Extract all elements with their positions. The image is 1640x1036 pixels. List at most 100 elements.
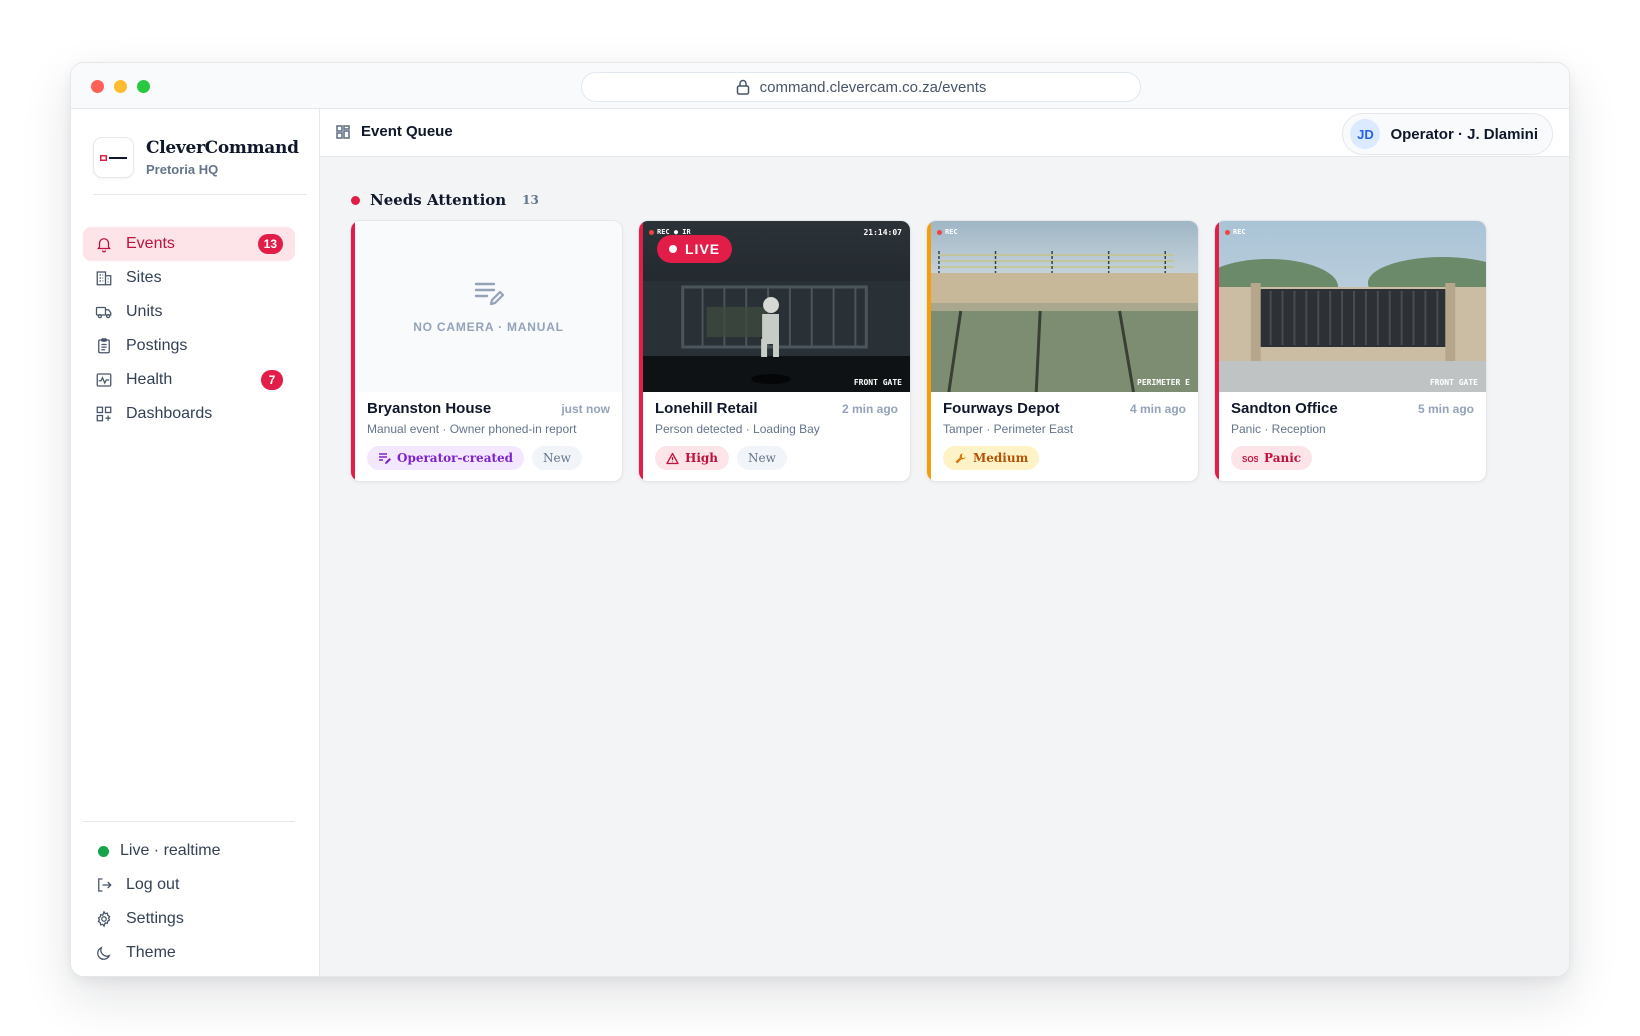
camera-feed[interactable]: REC FRONT GATE [1219,221,1486,392]
bell-icon [97,238,111,253]
site-name: Sandton Office [1231,400,1338,417]
attention-dot [351,195,360,205]
user-menu[interactable]: JD Operator · J. Dlamini [1342,113,1553,155]
status-tag-new: New [532,446,582,470]
recording-indicator: REC [937,228,958,236]
event-description: Manual event · Owner phoned-in report [367,422,577,436]
logout-icon [98,878,112,892]
camera-timestamp: 21:14:07 [863,228,902,237]
section-header: Needs Attention 13 [351,191,539,209]
nav-item-events[interactable]: Events 13 [83,227,295,261]
severity-tag-medium: Medium [943,446,1040,470]
severity-tag-panic: SOS Panic [1231,446,1313,470]
pulse-icon [96,373,112,387]
theme-label: Theme [126,944,176,961]
camera-feed[interactable]: REC ● IR 21:14:07 FRONT GATE LIVE [643,221,910,392]
recording-indicator: REC [1225,228,1246,236]
sos-icon: SOS [1242,455,1258,464]
nav-label: Dashboards [126,405,213,422]
no-camera-placeholder: NO CAMERA · MANUAL [355,221,622,392]
maximize-window-button[interactable] [137,80,150,93]
edit-list-icon [379,452,391,464]
settings-button[interactable]: Settings [83,902,295,936]
events-count-badge: 13 [257,234,283,254]
event-time: 5 min ago [1417,402,1474,416]
nav-item-dashboards[interactable]: Dashboards [83,397,295,431]
operator-created-tag: Operator-created [367,446,525,470]
sidebar: CleverCommand Pretoria HQ Events 13 Site… [71,109,320,976]
event-description: Tamper · Perimeter East [943,422,1074,436]
grid-icon [96,406,112,422]
main-content: Needs Attention 13 NO CAMERA · MANUAL Br… [320,157,1569,976]
logout-button[interactable]: Log out [83,868,295,902]
tag-label: Operator-created [397,451,514,465]
nav-label: Postings [126,337,188,354]
gate-camera-image [1219,221,1486,392]
warning-icon [666,452,679,464]
tag-label: High [685,451,719,465]
event-card[interactable]: NO CAMERA · MANUAL Bryanston House just … [350,220,623,482]
browser-window: command.clevercam.co.za/events CleverCom… [70,62,1570,977]
sidebar-footer: Live · realtime Log out Settings Theme [83,821,295,970]
nav-label: Sites [126,269,162,286]
brand-name: CleverCommand [146,138,299,158]
realtime-status: Live · realtime [83,834,295,868]
event-card[interactable]: REC ● IR 21:14:07 FRONT GATE LIVE Lonehi… [638,220,911,482]
perimeter-camera-image [931,221,1198,392]
gear-icon [97,910,111,928]
severity-tag-high: High [655,446,730,470]
main-nav: Events 13 Sites Units Postings Health 7 [83,227,295,431]
event-time: just now [561,402,610,416]
tag-label: Panic [1264,451,1302,465]
close-window-button[interactable] [91,80,104,93]
address-bar[interactable]: command.clevercam.co.za/events [581,72,1141,102]
live-badge: LIVE [657,235,733,263]
camera-feed[interactable]: REC PERIMETER E [931,221,1198,392]
placeholder-label: NO CAMERA · MANUAL [413,319,564,334]
site-name: Lonehill Retail [655,400,758,417]
nav-label: Health [126,371,173,388]
url-text: command.clevercam.co.za/events [759,78,987,96]
user-label: Operator · J. Dlamini [1390,125,1538,143]
event-cards: NO CAMERA · MANUAL Bryanston House just … [350,220,1487,482]
live-status-dot [98,845,109,857]
event-description: Panic · Reception [1231,422,1326,436]
nav-item-postings[interactable]: Postings [83,329,295,363]
status-tag-new: New [737,446,787,470]
building-icon [96,271,112,286]
theme-toggle[interactable]: Theme [83,936,295,970]
section-count: 13 [522,193,539,207]
nav-label: Events [126,235,175,252]
manual-note-icon [474,282,504,305]
nav-item-health[interactable]: Health 7 [83,363,295,397]
wrench-icon [955,453,966,463]
lock-icon [736,79,749,95]
camera-label: FRONT GATE [853,378,902,387]
browser-titlebar: command.clevercam.co.za/events [71,63,1569,109]
truck-icon [95,306,112,319]
tag-label: Medium [973,451,1029,465]
page-title-text: Event Queue [361,123,453,140]
avatar: JD [1350,119,1381,149]
status-label: Live · realtime [120,842,221,859]
clipboard-icon [98,338,110,354]
nav-item-units[interactable]: Units [83,295,295,329]
site-name: Fourways Depot [943,400,1060,417]
page-header: Event Queue JD Operator · J. Dlamini [320,109,1569,157]
event-card[interactable]: REC PERIMETER E Fourways Depot 4 min ago… [926,220,1199,482]
health-count-badge: 7 [261,370,283,390]
svg-text:SOS: SOS [1242,455,1258,464]
camera-label: PERIMETER E [1137,378,1190,387]
camera-label: FRONT GATE [1429,378,1478,387]
event-card[interactable]: REC FRONT GATE Sandton Office 5 min ago … [1214,220,1487,482]
moon-icon [97,946,111,960]
nav-label: Units [126,303,163,320]
page-title: Event Queue [336,123,453,140]
minimize-window-button[interactable] [114,80,127,93]
nav-item-sites[interactable]: Sites [83,261,295,295]
event-time: 2 min ago [841,402,898,416]
queue-icon [336,124,350,139]
brand-logo [93,137,134,178]
site-name: Bryanston House [367,400,492,417]
brand: CleverCommand Pretoria HQ [93,129,307,195]
